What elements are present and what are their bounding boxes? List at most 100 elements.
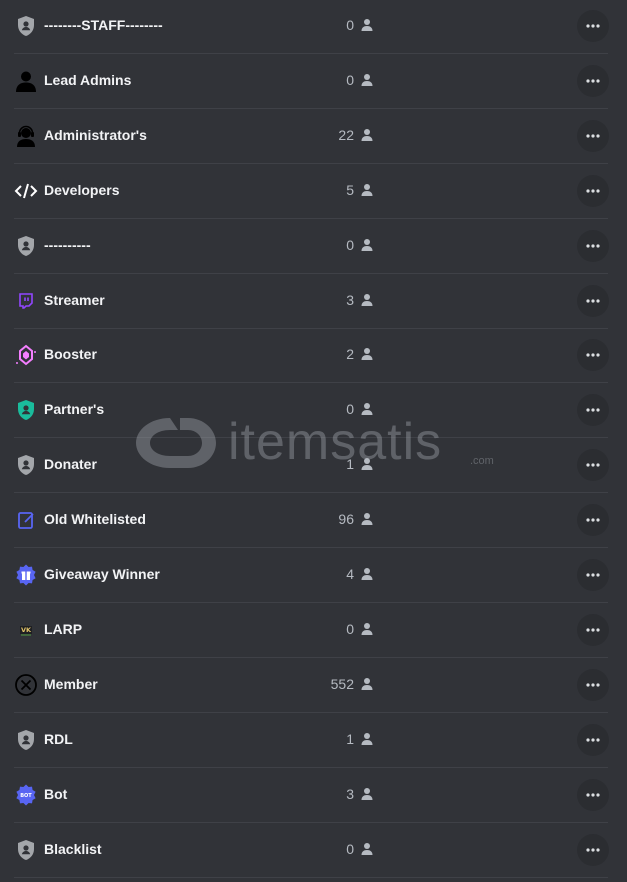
code-brackets-icon [14, 179, 38, 203]
row-divider [14, 711, 608, 713]
bot-badge-icon: BOT [14, 783, 38, 807]
role-row[interactable]: Booster 2 [0, 329, 627, 384]
more-dots-icon [585, 238, 601, 254]
more-options-button[interactable] [577, 668, 609, 701]
more-options-button[interactable] [577, 833, 609, 866]
member-count: 2 [346, 346, 354, 363]
role-row[interactable]: RDL 1 [0, 714, 627, 768]
more-options-button[interactable] [577, 723, 609, 756]
member-count: 96 [338, 511, 354, 528]
member-count: 0 [346, 236, 354, 253]
more-dots-icon [585, 732, 601, 748]
role-row[interactable]: Developers 5 [0, 165, 627, 219]
more-options-button[interactable] [577, 229, 609, 262]
more-dots-icon [585, 457, 601, 473]
member-count: 3 [346, 785, 354, 802]
row-divider [14, 217, 608, 219]
member-count: 1 [346, 456, 354, 473]
member-icon [359, 841, 375, 857]
role-name: Member [44, 675, 98, 692]
more-options-button[interactable] [577, 174, 609, 207]
role-name: Partner's [44, 401, 105, 418]
role-row[interactable]: Streamer 3 [0, 275, 627, 329]
more-dots-icon [585, 402, 601, 418]
more-options-button[interactable] [577, 504, 609, 537]
more-dots-icon [585, 18, 601, 34]
more-options-button[interactable] [577, 449, 609, 482]
person-silhouette-icon [14, 69, 38, 93]
row-divider [14, 107, 608, 109]
member-icon [359, 17, 375, 33]
shield-user-icon [14, 838, 38, 862]
more-dots-icon [585, 73, 601, 89]
role-name: Blacklist [44, 840, 102, 857]
role-name: Donater [44, 456, 97, 473]
member-icon [359, 127, 375, 143]
member-icon [359, 182, 375, 198]
row-divider [14, 382, 608, 384]
role-row[interactable]: Member 552 [0, 659, 627, 713]
member-icon [359, 237, 375, 253]
role-row[interactable]: Blacklist 0 [0, 824, 627, 878]
role-name: ---------- [44, 236, 91, 253]
more-options-button[interactable] [577, 64, 609, 97]
role-row[interactable]: Administrator's 22 [0, 110, 627, 164]
more-options-button[interactable] [577, 10, 609, 42]
circle-x-icon [14, 673, 38, 697]
more-options-button[interactable] [577, 339, 609, 372]
shield-user-icon [14, 234, 38, 258]
member-icon [359, 292, 375, 308]
more-options-button[interactable] [577, 284, 609, 317]
role-row[interactable]: VK LARP 0 [0, 604, 627, 658]
role-name: Old Whitelisted [44, 511, 146, 528]
row-divider [14, 437, 608, 439]
role-row[interactable]: --------STAFF-------- 0 [0, 0, 627, 54]
row-divider [14, 547, 608, 549]
svg-text:VK: VK [21, 626, 32, 634]
headset-agent-icon [14, 124, 38, 148]
gift-badge-icon [14, 563, 38, 587]
more-options-button[interactable] [577, 559, 609, 591]
role-name: Lead Admins [44, 71, 132, 88]
more-dots-icon [585, 512, 601, 528]
role-row[interactable]: Lead Admins 0 [0, 55, 627, 109]
shield-user-icon [14, 728, 38, 752]
member-count: 0 [346, 840, 354, 857]
member-count: 0 [346, 401, 354, 418]
more-options-button[interactable] [577, 778, 609, 811]
row-divider [14, 876, 608, 878]
role-name: Bot [44, 785, 68, 802]
role-name: Booster [44, 346, 97, 363]
more-options-button[interactable] [577, 613, 609, 646]
role-row[interactable]: BOT Bot 3 [0, 769, 627, 823]
member-count: 1 [346, 730, 354, 747]
role-row[interactable]: Old Whitelisted 96 [0, 494, 627, 549]
role-row[interactable]: Partner's 0 [0, 384, 627, 439]
role-name: LARP [44, 620, 83, 637]
member-icon [359, 72, 375, 88]
shield-user-icon [14, 398, 38, 422]
role-name: --------STAFF-------- [44, 17, 163, 33]
more-options-button[interactable] [577, 119, 609, 152]
member-icon [359, 456, 375, 472]
role-row[interactable]: Donater 1 [0, 439, 627, 494]
nitro-gem-icon [14, 343, 38, 367]
member-count: 0 [346, 17, 354, 33]
more-dots-icon [585, 842, 601, 858]
row-divider [14, 272, 608, 274]
role-row[interactable]: ---------- 0 [0, 220, 627, 274]
larp-emblem-icon: VK [14, 618, 38, 642]
member-count: 552 [330, 675, 354, 692]
more-options-button[interactable] [577, 394, 609, 427]
member-count: 22 [338, 126, 354, 143]
role-row[interactable]: Giveaway Winner 4 [0, 549, 627, 603]
member-count: 3 [346, 291, 354, 308]
member-count: 4 [346, 566, 354, 582]
member-icon [359, 566, 375, 582]
more-dots-icon [585, 567, 601, 583]
more-dots-icon [585, 128, 601, 144]
svg-text:BOT: BOT [20, 793, 32, 799]
member-count: 0 [346, 71, 354, 88]
row-divider [14, 162, 608, 164]
member-icon [359, 676, 375, 692]
